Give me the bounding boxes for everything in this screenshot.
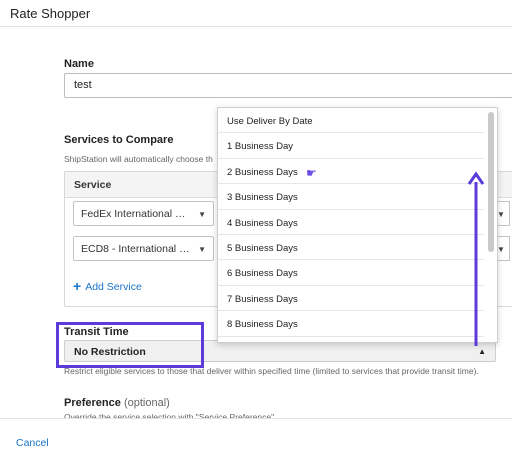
page-title: Rate Shopper (10, 6, 91, 21)
chevron-down-icon: ▼ (497, 245, 505, 254)
chevron-down-icon: ▼ (198, 210, 206, 219)
annotation-arrow-icon (467, 171, 485, 346)
service-select-2-value: ECD8 - International Ex... (81, 243, 191, 255)
hand-cursor-icon: ☛ (306, 166, 317, 180)
service-select-1-value: FedEx International Pri... (81, 208, 191, 220)
dropdown-option[interactable]: 4 Business Days (218, 210, 484, 235)
dropdown-option[interactable]: 6 Business Days (218, 260, 484, 286)
preference-optional: (optional) (123, 397, 170, 409)
services-heading: Services to Compare (64, 134, 174, 146)
dropdown-list: Use Deliver By Date 1 Business Day 2 Busin… (218, 108, 497, 337)
dropdown-option[interactable]: 5 Business Days (218, 235, 484, 261)
chevron-down-icon: ▼ (497, 210, 505, 219)
secondary-select-2[interactable]: ▼ (496, 236, 510, 261)
dropdown-option[interactable]: 8 Business Days (218, 311, 484, 337)
secondary-select-1[interactable]: ▼ (496, 201, 510, 226)
preference-label: Preference (optional) (64, 397, 170, 409)
cancel-button[interactable]: Cancel (16, 437, 49, 449)
add-service-button[interactable]: + Add Service (73, 278, 142, 294)
name-label: Name (64, 58, 94, 70)
preference-title: Preference (64, 397, 121, 409)
name-input[interactable]: test (64, 73, 512, 98)
service-select-2[interactable]: ECD8 - International Ex... ▼ (73, 236, 214, 261)
service-column-header: Service (74, 179, 112, 191)
chevron-down-icon: ▼ (198, 245, 206, 254)
dropdown-option[interactable]: 3 Business Days (218, 184, 484, 210)
chevron-up-icon: ▲ (478, 347, 486, 356)
footer: Cancel (0, 418, 512, 462)
service-select-1[interactable]: FedEx International Pri... ▼ (73, 201, 214, 226)
annotation-highlight-box (56, 322, 204, 368)
transit-time-dropdown[interactable]: Use Deliver By Date 1 Business Day 2 Busin… (217, 107, 498, 343)
dropdown-option[interactable]: Use Deliver By Date (218, 108, 484, 134)
page-header: Rate Shopper (0, 0, 512, 27)
dropdown-option[interactable]: 7 Business Days (218, 286, 484, 312)
services-helper: ShipStation will automatically choose th (64, 154, 213, 164)
dropdown-option[interactable]: 1 Business Day (218, 133, 484, 159)
plus-icon: + (73, 278, 82, 294)
add-service-label: Add Service (85, 281, 142, 293)
dropdown-option[interactable]: 2 Business Days (218, 159, 484, 185)
